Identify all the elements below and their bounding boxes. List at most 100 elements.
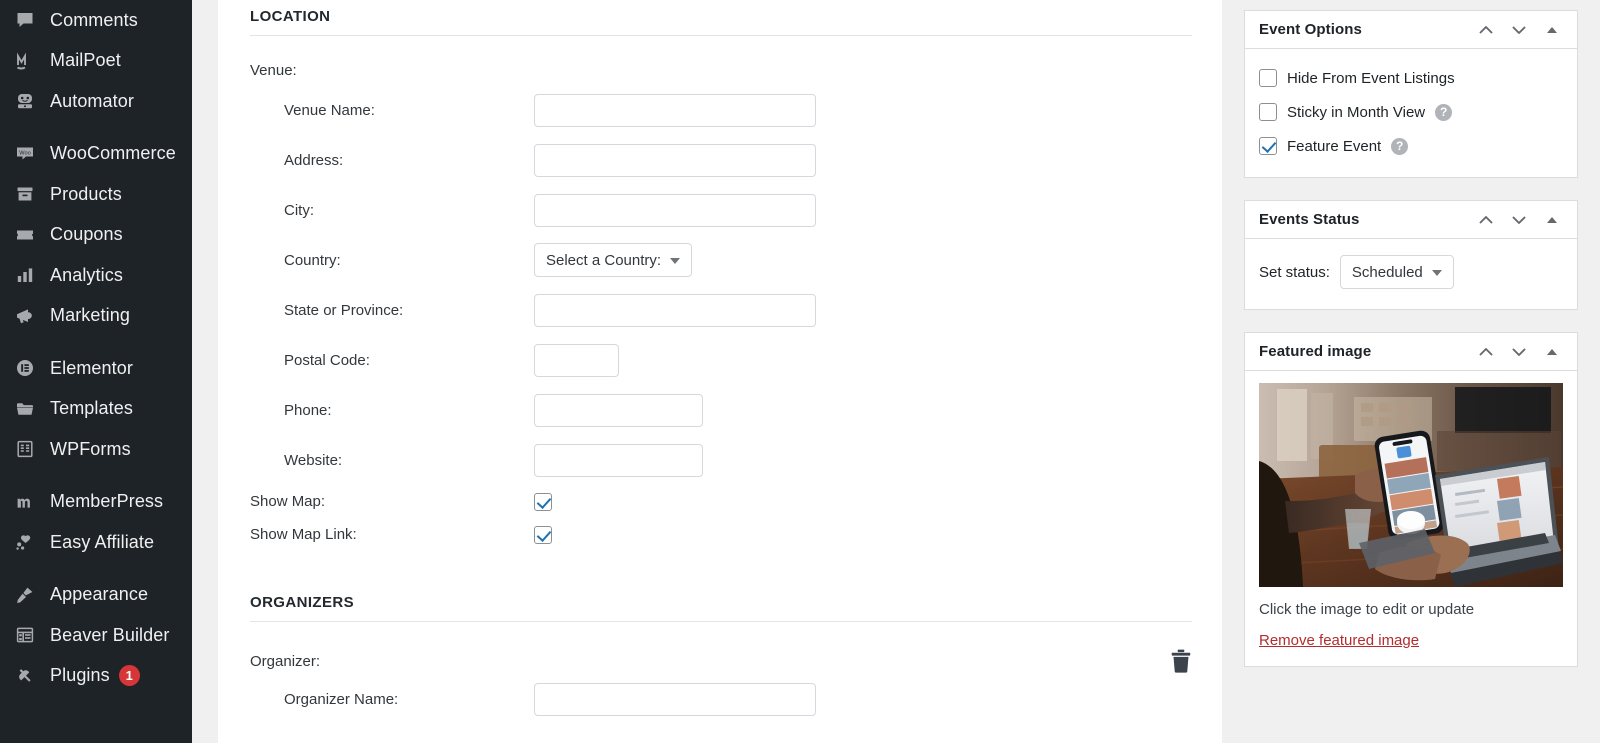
city-input[interactable] bbox=[534, 193, 816, 227]
sidebar-item-label: Appearance bbox=[50, 584, 149, 605]
field-row-website: Website: bbox=[250, 435, 1190, 485]
chevron-up-icon[interactable] bbox=[1471, 205, 1501, 235]
chevron-down-icon[interactable] bbox=[1504, 337, 1534, 367]
sticky-in-month-view-checkbox[interactable] bbox=[1259, 103, 1277, 121]
panel-events-status-title: Events Status bbox=[1259, 211, 1360, 228]
hide-from-event-listings-checkbox[interactable] bbox=[1259, 69, 1277, 87]
trash-icon[interactable] bbox=[1170, 649, 1192, 673]
address-label: Address: bbox=[284, 151, 344, 169]
sidebar-item-templates[interactable]: Templates bbox=[0, 389, 192, 430]
panel-events-status-actions bbox=[1471, 205, 1567, 235]
panel-featured-image: Featured image Click the image to edit o… bbox=[1244, 332, 1578, 667]
chevron-down-icon[interactable] bbox=[1504, 205, 1534, 235]
chevron-down-icon[interactable] bbox=[1504, 15, 1534, 45]
featured-image-thumbnail[interactable] bbox=[1259, 383, 1563, 587]
venue-name-label: Venue Name: bbox=[284, 101, 375, 119]
sidebar-item-analytics[interactable]: Analytics bbox=[0, 255, 192, 296]
panel-featured-image-header: Featured image bbox=[1245, 333, 1577, 371]
sidebar-item-woocommerce[interactable]: Woo WooCommerce bbox=[0, 134, 192, 175]
sidebar-item-label: Analytics bbox=[50, 264, 123, 285]
sidebar-item-coupons[interactable]: Coupons bbox=[0, 215, 192, 256]
website-input[interactable] bbox=[534, 443, 703, 477]
help-icon[interactable]: ? bbox=[1435, 103, 1453, 121]
sidebar-item-beaver-builder[interactable]: Beaver Builder bbox=[0, 615, 192, 656]
organizer-label: Organizer: bbox=[250, 652, 321, 670]
field-row-phone: Phone: bbox=[250, 385, 1190, 435]
sidebar-item-label: Easy Affiliate bbox=[50, 531, 155, 552]
chevron-down-icon bbox=[670, 258, 681, 264]
panel-events-status: Events Status Set status: Scheduled bbox=[1244, 200, 1578, 310]
sidebar-item-elementor[interactable]: Elementor bbox=[0, 348, 192, 389]
location-section-title: LOCATION bbox=[250, 0, 1192, 36]
coupons-icon bbox=[8, 221, 42, 249]
automator-icon bbox=[8, 87, 42, 115]
sidebar-item-appearance[interactable]: Appearance bbox=[0, 575, 192, 616]
sidebar-item-badge: 1 bbox=[118, 665, 140, 687]
help-icon[interactable]: ? bbox=[1391, 137, 1409, 155]
sidebar-item-wpforms[interactable]: WPForms bbox=[0, 429, 192, 470]
venue-group-label: Venue: bbox=[250, 62, 297, 79]
svg-text:Woo: Woo bbox=[19, 150, 30, 156]
sidebar-item-label: WooCommerce bbox=[50, 143, 176, 164]
feature-event-checkbox[interactable] bbox=[1259, 137, 1277, 155]
content-gutter bbox=[192, 0, 218, 743]
woocommerce-icon: Woo bbox=[8, 140, 42, 168]
mailpoet-icon bbox=[8, 47, 42, 75]
status-select[interactable]: Scheduled bbox=[1339, 255, 1454, 289]
organizer-name-label: Organizer Name: bbox=[284, 690, 399, 708]
panel-featured-image-body: Click the image to edit or update Remove… bbox=[1245, 371, 1577, 666]
remove-featured-image-link[interactable]: Remove featured image bbox=[1259, 632, 1419, 649]
show-map-link-checkbox[interactable] bbox=[534, 525, 552, 544]
toggle-triangle-icon[interactable] bbox=[1537, 205, 1567, 235]
panel-events-status-body: Set status: Scheduled bbox=[1245, 239, 1577, 309]
status-select-value: Scheduled bbox=[1351, 263, 1423, 281]
sidebar-item-plugins[interactable]: Plugins 1 bbox=[0, 656, 192, 697]
postal-code-input[interactable] bbox=[534, 343, 619, 377]
sidebar-item-products[interactable]: Products bbox=[0, 174, 192, 215]
show-map-link-label: Show Map Link: bbox=[250, 526, 357, 543]
country-select[interactable]: Select a Country: bbox=[534, 243, 693, 277]
sidebar-item-easy-affiliate[interactable]: Easy Affiliate bbox=[0, 522, 192, 563]
sidebar-item-label: Coupons bbox=[50, 224, 123, 245]
sidebar-item-automator[interactable]: Automator bbox=[0, 81, 192, 122]
featured-image-caption: Click the image to edit or update bbox=[1259, 601, 1475, 618]
show-map-checkbox[interactable] bbox=[534, 492, 552, 511]
panel-event-options: Event Options Hide From Event Listings S… bbox=[1244, 10, 1578, 178]
panel-event-options-title: Event Options bbox=[1259, 21, 1362, 38]
analytics-icon bbox=[8, 261, 42, 289]
website-label: Website: bbox=[284, 451, 343, 469]
toggle-triangle-icon[interactable] bbox=[1537, 337, 1567, 367]
field-row-country: Country: Select a Country: bbox=[250, 235, 1190, 285]
field-row-city: City: bbox=[250, 185, 1190, 235]
chevron-up-icon[interactable] bbox=[1471, 15, 1501, 45]
sidebar-item-label: Automator bbox=[50, 90, 134, 111]
toggle-triangle-icon[interactable] bbox=[1537, 15, 1567, 45]
wpforms-icon bbox=[8, 435, 42, 463]
state-input[interactable] bbox=[534, 293, 816, 327]
chevron-up-icon[interactable] bbox=[1471, 337, 1501, 367]
country-label: Country: bbox=[284, 251, 341, 269]
sidebar-item-label: Plugins bbox=[50, 665, 110, 686]
sidebar-item-marketing[interactable]: Marketing bbox=[0, 296, 192, 337]
phone-input[interactable] bbox=[534, 393, 703, 427]
templates-icon bbox=[8, 395, 42, 423]
sidebar-separator bbox=[0, 122, 192, 134]
sidebar-item-label: Elementor bbox=[50, 357, 133, 378]
editor-sidebar-rail: Event Options Hide From Event Listings S… bbox=[1222, 0, 1600, 743]
panel-events-status-header: Events Status bbox=[1245, 201, 1577, 239]
sidebar-item-label: Templates bbox=[50, 398, 133, 419]
sidebar-item-mailpoet[interactable]: MailPoet bbox=[0, 41, 192, 82]
panel-featured-image-actions bbox=[1471, 337, 1567, 367]
sidebar-item-label: MemberPress bbox=[50, 491, 164, 512]
field-row-postal-code: Postal Code: bbox=[250, 335, 1190, 385]
sidebar-item-memberpress[interactable]: MemberPress bbox=[0, 482, 192, 523]
field-row-state: State or Province: bbox=[250, 285, 1190, 335]
address-input[interactable] bbox=[534, 143, 816, 177]
sidebar-item-comments[interactable]: Comments bbox=[0, 0, 192, 41]
venue-name-input[interactable] bbox=[534, 93, 816, 127]
event-edit-main: LOCATION Venue: Venue Name: Address: Cit… bbox=[218, 0, 1222, 743]
beaver-builder-icon bbox=[8, 621, 42, 649]
elementor-icon bbox=[8, 354, 42, 382]
chevron-down-icon bbox=[1431, 270, 1442, 276]
organizer-name-input[interactable] bbox=[534, 682, 816, 716]
